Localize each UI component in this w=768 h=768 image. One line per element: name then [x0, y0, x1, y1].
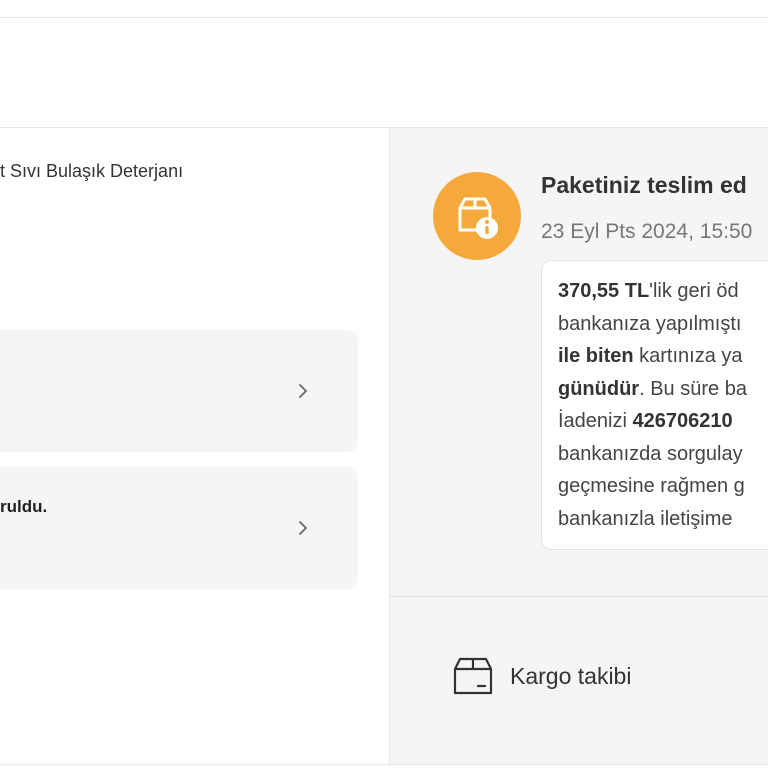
refund-message-text: 370,55 TL'lik geri öd bankanıza yapılmışt… — [558, 280, 747, 530]
delivery-status-title: Paketiniz teslim ed — [541, 172, 747, 198]
cargo-tracking-button[interactable]: Kargo takibi — [452, 654, 631, 698]
chevron-right-icon — [294, 382, 312, 400]
refund-days: günüdür — [558, 377, 640, 400]
product-name: t Sıvı Bulaşık Deterjanı — [0, 161, 184, 181]
section-divider — [390, 596, 768, 597]
chevron-right-icon — [294, 519, 312, 537]
shipment-status-panel: Paketiniz teslim ed 23 Eyl Pts 2024, 15:… — [389, 128, 768, 764]
card-ending: ile biten — [558, 345, 634, 367]
delivery-status-date: 23 Eyl Pts 2024, 15:50 — [541, 220, 753, 243]
bottom-border — [0, 764, 768, 768]
refund-amount: 370,55 TL — [558, 280, 650, 302]
package-box-icon — [452, 655, 494, 697]
refund-reference-number: 426706210 — [632, 410, 733, 432]
return-status-card[interactable]: ruldu. — [0, 467, 358, 589]
return-status-card-text: ruldu. — [0, 497, 48, 516]
order-info-card[interactable] — [0, 330, 358, 452]
refund-message-box: 370,55 TL'lik geri öd bankanıza yapılmışt… — [541, 260, 768, 550]
cargo-tracking-label: Kargo takibi — [510, 662, 632, 689]
package-info-icon — [433, 172, 521, 260]
top-bar — [0, 0, 768, 18]
page-header — [0, 18, 768, 128]
